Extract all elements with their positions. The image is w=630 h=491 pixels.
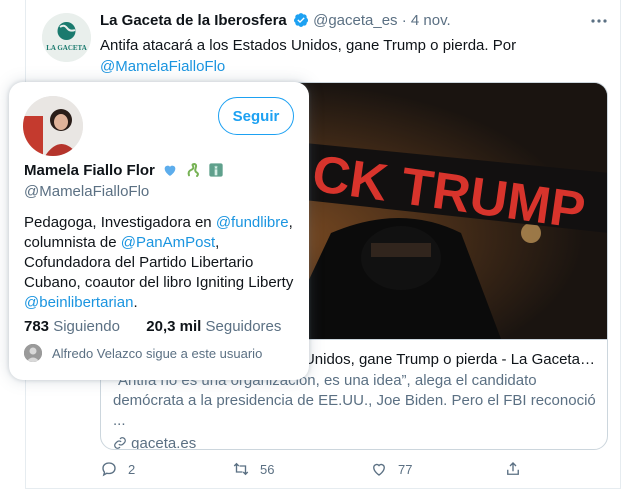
- hovercard-name-row: Mamela Fiallo Flor: [24, 162, 224, 179]
- bio-text: Pedagoga, Investigadora en: [24, 214, 216, 231]
- social-context-avatar: [24, 344, 42, 362]
- share-button[interactable]: [504, 460, 522, 478]
- reply-count: 2: [128, 461, 136, 477]
- tweet-text-main: Antifa atacará a los Estados Unidos, gan…: [100, 37, 517, 54]
- bio-mention-link[interactable]: @fundlibre: [216, 214, 289, 231]
- more-dots-icon[interactable]: [590, 12, 608, 35]
- like-count: 77: [398, 461, 413, 477]
- following-link[interactable]: 783 Siguiendo: [24, 318, 120, 335]
- following-count: 783: [24, 318, 50, 335]
- retweet-icon: [233, 462, 249, 476]
- card-description: “Antifa no es una organización, es una i…: [113, 372, 596, 429]
- bio-mention-link[interactable]: @beinlibertarian: [24, 294, 133, 311]
- tweet-header: La Gaceta de la Iberosfera @gaceta_es · …: [100, 12, 451, 29]
- tweet-date[interactable]: 4 nov.: [411, 12, 451, 29]
- hovercard-name[interactable]: Mamela Fiallo Flor: [24, 162, 155, 179]
- tweet-actions: 2 56 77: [100, 460, 600, 482]
- hovercard-handle[interactable]: @MamelaFialloFlo: [24, 183, 149, 200]
- author-avatar[interactable]: LA GACETA: [42, 13, 91, 62]
- blue-heart-icon: [164, 165, 176, 176]
- card-domain-text: gaceta.es: [131, 435, 197, 450]
- card-domain: gaceta.es: [113, 434, 597, 450]
- follow-button[interactable]: Seguir: [218, 97, 294, 135]
- verified-badge-icon: [293, 13, 308, 27]
- bio-mention-link[interactable]: @PanAmPost: [121, 234, 215, 251]
- hovercard-bio: Pedagoga, Investigadora en @fundlibre, c…: [24, 213, 294, 313]
- share-icon: [507, 462, 519, 475]
- avatar-label: LA GACETA: [46, 44, 87, 52]
- followers-label: Seguidores: [205, 318, 282, 335]
- followers-count: 20,3 mil: [146, 318, 202, 335]
- tweet-mention-link[interactable]: @MamelaFialloFlo: [100, 58, 225, 75]
- retweet-button[interactable]: 56: [232, 460, 274, 478]
- hovercard-avatar[interactable]: [23, 96, 83, 156]
- statue-of-liberty-icon: [209, 163, 224, 177]
- author-name[interactable]: La Gaceta de la Iberosfera: [100, 12, 287, 29]
- profile-hovercard[interactable]: Seguir Mamela Fiallo Flor @MamelaFialloF…: [9, 82, 309, 380]
- hovercard-stats: 783 Siguiendo 20,3 mil Seguidores: [24, 318, 281, 335]
- bio-text: .: [133, 294, 138, 311]
- retweet-count: 56: [260, 461, 275, 477]
- heart-icon: [373, 463, 385, 476]
- snake-icon: [187, 162, 200, 177]
- link-icon: [114, 437, 126, 449]
- separator-dot: ·: [401, 12, 407, 29]
- reply-icon: [102, 462, 116, 477]
- tweet-text: Antifa atacará a los Estados Unidos, gan…: [100, 35, 600, 77]
- social-context-text: Alfredo Velazco sigue a este usuario: [52, 345, 263, 361]
- followers-link[interactable]: 20,3 mil Seguidores: [146, 318, 281, 335]
- social-context[interactable]: Alfredo Velazco sigue a este usuario: [24, 344, 262, 362]
- like-button[interactable]: 77: [370, 460, 412, 478]
- author-handle[interactable]: @gaceta_es: [313, 12, 397, 29]
- reply-button[interactable]: 2: [100, 460, 135, 478]
- following-label: Siguiendo: [53, 318, 120, 335]
